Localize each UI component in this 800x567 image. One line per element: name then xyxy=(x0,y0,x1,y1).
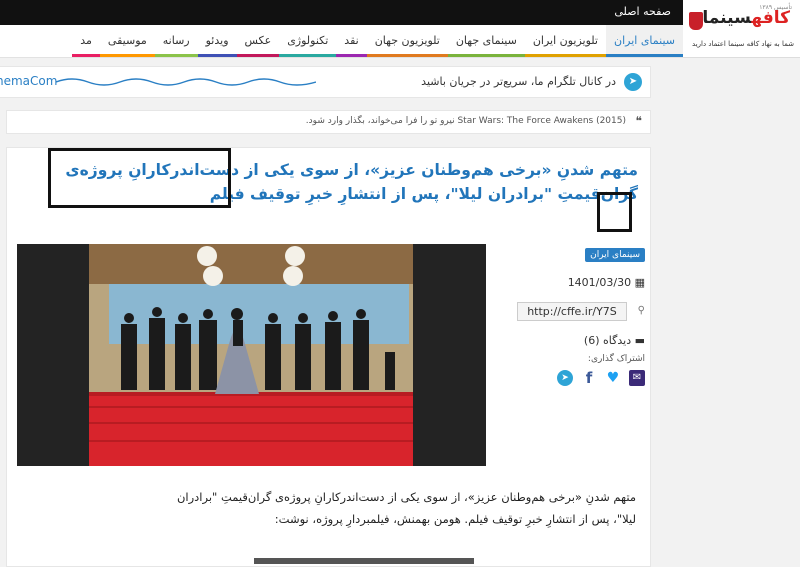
share-label: اشتراک گذاری: xyxy=(587,354,645,364)
article-card: متهم شدنِ «برخی هم‌وطنان عزیز»، از سوی ی… xyxy=(6,147,651,567)
ticker-text: Star Wars: The Force Awakens (2015) نیرو… xyxy=(305,116,626,126)
nav-item[interactable]: مد xyxy=(72,25,100,57)
nav-item[interactable]: رسانه xyxy=(154,25,198,57)
article-body: متهم شدنِ «برخی هم‌وطنان عزیز»، از سوی ی… xyxy=(176,490,636,526)
site-logo[interactable]: تأسیس ۱۳۸۹ کافهسینما شما به نهاد کافه سی… xyxy=(683,0,800,58)
article-date: ▦ 1401/03/30 xyxy=(567,276,645,289)
telegram-icon[interactable]: ➤ xyxy=(557,370,573,386)
top-bar: صفحه اصلی xyxy=(0,0,683,25)
site-name: nemaCom xyxy=(0,74,58,88)
email-icon[interactable]: ✉ xyxy=(629,370,645,386)
article-photo xyxy=(17,244,486,466)
logo-tagline: شما به نهاد کافه سینما اعتماد دارید xyxy=(692,40,794,48)
nav-item[interactable]: موسیقی xyxy=(99,25,155,57)
red-carpet-image xyxy=(89,244,413,466)
comment-icon: ▬ xyxy=(634,334,645,347)
nav-item[interactable]: ویدئو xyxy=(197,25,237,57)
nav-item[interactable]: سینمای ایران xyxy=(606,25,683,57)
share-icons: ✉ ♥ f ➤ xyxy=(545,370,645,390)
telegram-message: در کانال تلگرام ما، سریع‌تر در جریان باش… xyxy=(421,75,616,88)
wave-decoration xyxy=(56,78,316,86)
home-link[interactable]: صفحه اصلی xyxy=(614,5,671,18)
facebook-icon[interactable]: f xyxy=(581,370,597,386)
nav-item[interactable]: عکس xyxy=(236,25,280,57)
next-image-edge xyxy=(254,558,474,564)
category-badge[interactable]: سینمای ایران xyxy=(585,248,645,262)
twitter-icon[interactable]: ♥ xyxy=(605,370,621,386)
comments-count[interactable]: ▬ دیدگاه (6) xyxy=(584,334,645,347)
main-nav: سینمای ایران تلویزیون ایران سینمای جهان تلو… xyxy=(0,25,683,58)
quote-ticker: ❝ Star Wars: The Force Awakens (2015) نی… xyxy=(6,110,651,134)
logo-cup-icon xyxy=(689,12,703,30)
highlight-box xyxy=(48,148,231,208)
nav-item[interactable]: تلویزیون جهان xyxy=(366,25,448,57)
quote-icon: ❝ xyxy=(635,114,642,128)
nav-item[interactable]: تکنولوژی xyxy=(279,25,337,57)
nav-item[interactable]: تلویزیون ایران xyxy=(524,25,606,57)
telegram-banner[interactable]: nemaCom در کانال تلگرام ما، سریع‌تر در ج… xyxy=(0,66,651,98)
link-icon: ⚲ xyxy=(637,305,645,316)
article-meta: سینمای ایران ▦ 1401/03/30 ⚲ http://cffe.… xyxy=(497,244,645,414)
short-url-row: ⚲ http://cffe.ir/Y7S xyxy=(505,302,645,322)
telegram-icon: ➤ xyxy=(624,73,642,91)
nav-item[interactable]: نقد xyxy=(336,25,367,57)
short-url-field[interactable]: http://cffe.ir/Y7S xyxy=(517,302,627,321)
nav-item[interactable]: سینمای جهان xyxy=(447,25,525,57)
highlight-box xyxy=(597,192,632,232)
calendar-icon: ▦ xyxy=(634,276,645,289)
logo-wordmark: کافهسینما xyxy=(702,8,791,28)
